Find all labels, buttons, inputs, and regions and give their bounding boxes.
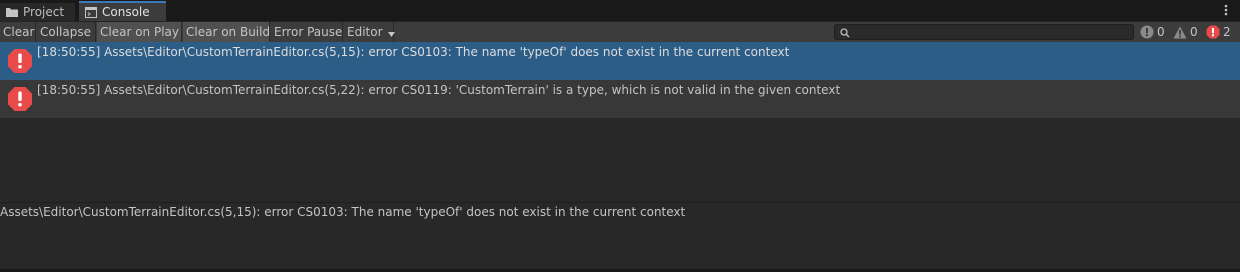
log-entry-text: [18:50:55] Assets\Editor\CustomTerrainEd… [37,83,841,97]
error-icon [7,86,33,112]
log-entry[interactable]: [18:50:55] Assets\Editor\CustomTerrainEd… [0,80,1240,118]
error-icon [1206,25,1220,39]
editor-dropdown-label: Editor [347,25,383,39]
console-icon [85,6,97,18]
more-options-icon[interactable] [1224,4,1228,19]
clear-button[interactable]: Clear [0,22,36,42]
console-toolbar: Clear Collapse Clear on Play Clear on Bu… [0,22,1240,43]
warning-count-toggle[interactable]: 0 [1173,23,1198,41]
log-detail-text[interactable]: Assets\Editor\CustomTerrainEditor.cs(5,1… [0,205,685,219]
info-count-toggle[interactable]: 0 [1140,23,1165,41]
info-icon [1140,25,1154,39]
clear-on-play-toggle[interactable]: Clear on Play [97,22,182,42]
warning-count: 0 [1190,25,1198,39]
tab-project[interactable]: Project [0,3,76,21]
log-entry[interactable]: [18:50:55] Assets\Editor\CustomTerrainEd… [0,42,1240,80]
error-count: 2 [1223,25,1231,39]
search-icon [840,27,851,38]
collapse-button[interactable]: Collapse [37,22,96,42]
warning-icon [1173,25,1187,39]
editor-dropdown[interactable]: Editor [344,22,396,43]
error-icon [7,48,33,74]
tab-console[interactable]: Console [79,1,166,21]
window-tab-bar: Project Console [0,0,1240,22]
error-pause-toggle[interactable]: Error Pause [271,22,343,42]
tab-project-label: Project [23,5,65,19]
search-input[interactable] [834,24,1134,40]
log-list: [18:50:55] Assets\Editor\CustomTerrainEd… [0,42,1240,202]
chevron-down-icon [388,23,396,43]
folder-icon [6,7,18,18]
info-count: 0 [1157,25,1165,39]
log-entry-text: [18:50:55] Assets\Editor\CustomTerrainEd… [37,45,790,59]
tab-console-label: Console [102,5,150,19]
log-detail-panel: Assets\Editor\CustomTerrainEditor.cs(5,1… [0,203,1240,269]
clear-on-build-toggle[interactable]: Clear on Build [183,22,270,42]
error-count-toggle[interactable]: 2 [1206,23,1231,41]
